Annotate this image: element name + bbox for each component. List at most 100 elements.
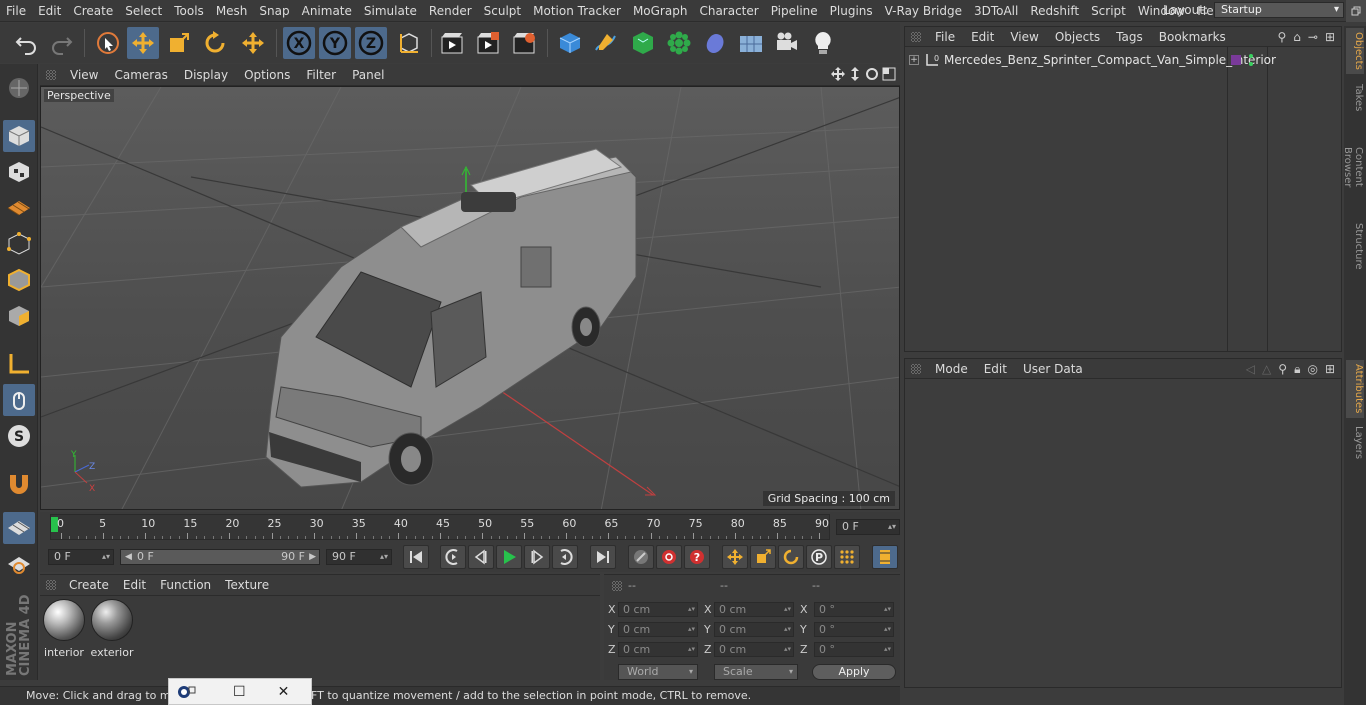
menu-edit[interactable]: Edit (32, 0, 67, 22)
tab-content-browser[interactable]: Content Browser (1342, 122, 1364, 212)
make-editable-icon[interactable] (3, 72, 35, 104)
edges-mode-icon[interactable] (3, 264, 35, 296)
pen-spline-icon[interactable] (590, 27, 622, 59)
attribute-menu-user-data[interactable]: User Data (1015, 362, 1091, 376)
start-frame-field[interactable]: 0 F ▴▾ (48, 549, 114, 565)
keyframe-selection-icon[interactable]: ? (684, 545, 710, 569)
menu-3dtoall[interactable]: 3DToAll (968, 0, 1024, 22)
viewport-menu-display[interactable]: Display (176, 68, 236, 82)
zoom-icon[interactable] (848, 67, 862, 81)
y-axis-lock-icon[interactable]: Y (319, 27, 351, 59)
play-forward-icon[interactable] (496, 545, 522, 569)
pos-y-field[interactable]: 0 cm ▴▾ (618, 622, 698, 637)
menu-redshift[interactable]: Redshift (1024, 0, 1085, 22)
undo-icon[interactable] (10, 27, 42, 59)
menu-mograph[interactable]: MoGraph (627, 0, 694, 22)
rot-h-field[interactable]: 0 ° ▴▾ (814, 602, 894, 617)
new-panel-icon[interactable]: ⊞ (1325, 362, 1335, 377)
apply-button[interactable]: Apply (812, 664, 896, 680)
pos-x-field[interactable]: 0 cm ▴▾ (618, 602, 698, 617)
coordinate-system-icon[interactable] (393, 27, 425, 59)
rot-p-field[interactable]: 0 ° ▴▾ (814, 622, 894, 637)
material-swatch-interior[interactable]: interior (42, 599, 86, 659)
menu-simulate[interactable]: Simulate (358, 0, 423, 22)
maximize-view-icon[interactable] (882, 67, 896, 81)
light-icon[interactable] (807, 27, 839, 59)
render-view-icon[interactable] (436, 27, 468, 59)
menu-animate[interactable]: Animate (296, 0, 358, 22)
viewport-menu-options[interactable]: Options (236, 68, 298, 82)
next-frame-icon[interactable] (524, 545, 550, 569)
viewport-menu-panel[interactable]: Panel (344, 68, 392, 82)
workplane-lock-icon[interactable] (3, 512, 35, 544)
object-menu-view[interactable]: View (1002, 30, 1046, 44)
viewport-menu-view[interactable]: View (62, 68, 106, 82)
go-to-end-icon[interactable] (590, 545, 616, 569)
mograph-cloner-icon[interactable] (663, 27, 695, 59)
x-axis-lock-icon[interactable]: X (283, 27, 315, 59)
menu-sculpt[interactable]: Sculpt (478, 0, 527, 22)
solo-icon[interactable]: S (3, 420, 35, 452)
size-z-field[interactable]: 0 cm ▴▾ (714, 642, 794, 657)
floor-scene-icon[interactable] (735, 27, 767, 59)
cube-primitive-icon[interactable] (554, 27, 586, 59)
expand-icon[interactable]: + (909, 55, 919, 65)
snap-magnet-icon[interactable] (3, 468, 35, 500)
viewport-menu-filter[interactable]: Filter (298, 68, 344, 82)
key-parameter-icon[interactable]: P (806, 545, 832, 569)
menu-pipeline[interactable]: Pipeline (765, 0, 824, 22)
render-picture-viewer-icon[interactable] (472, 27, 504, 59)
transform-tool-icon[interactable] (237, 27, 269, 59)
new-panel-icon[interactable]: ⊞ (1325, 30, 1335, 44)
pos-z-field[interactable]: 0 cm ▴▾ (618, 642, 698, 657)
material-menu-texture[interactable]: Texture (218, 578, 276, 592)
timeline-ruler[interactable]: 0 5 10 15 20 25 30 35 40 45 50 55 60 65 70 75 80 85 90 0 F… (40, 512, 900, 542)
tab-objects[interactable]: Objects (1346, 28, 1364, 74)
autokey-icon[interactable] (656, 545, 682, 569)
attribute-menu-mode[interactable]: Mode (927, 362, 976, 376)
up-arrow-icon[interactable]: △ (1262, 362, 1271, 377)
points-mode-icon[interactable] (3, 228, 35, 260)
tab-layers[interactable]: Layers (1346, 422, 1364, 462)
rot-b-field[interactable]: 0 ° ▴▾ (814, 642, 894, 657)
end-frame-field[interactable]: 90 F ▴▾ (326, 549, 392, 565)
current-frame-field[interactable]: 0 F ▴▾ (836, 519, 900, 535)
layer-color-icon[interactable] (1231, 55, 1241, 65)
material-menu-function[interactable]: Function (153, 578, 218, 592)
menu-tools[interactable]: Tools (168, 0, 210, 22)
next-key-icon[interactable] (552, 545, 578, 569)
link-icon[interactable]: ⊸ (1308, 30, 1318, 44)
menu-plugins[interactable]: Plugins (824, 0, 879, 22)
lock-icon[interactable]: 🔒︎ (1294, 362, 1300, 377)
generator-icon[interactable] (627, 27, 659, 59)
quantize-icon[interactable] (3, 548, 35, 580)
menu-script[interactable]: Script (1085, 0, 1132, 22)
object-menu-edit[interactable]: Edit (963, 30, 1002, 44)
menu-select[interactable]: Select (119, 0, 168, 22)
move-tool-icon[interactable] (127, 27, 159, 59)
go-to-start-icon[interactable] (403, 545, 429, 569)
menu-mesh[interactable]: Mesh (210, 0, 254, 22)
material-swatch-exterior[interactable]: exterior (90, 599, 134, 659)
rotate-tool-icon[interactable] (199, 27, 231, 59)
material-menu-edit[interactable]: Edit (116, 578, 153, 592)
target-icon[interactable]: ◎ (1307, 362, 1317, 377)
scale-tool-icon[interactable] (163, 27, 195, 59)
pan-icon[interactable] (831, 67, 845, 81)
menu-vray-bridge[interactable]: V-Ray Bridge (879, 0, 968, 22)
texture-mode-icon[interactable] (3, 156, 35, 188)
material-menu-create[interactable]: Create (62, 578, 116, 592)
timeline-track[interactable]: 0 5 10 15 20 25 30 35 40 45 50 55 60 65 70 75 80 85 90 (50, 514, 830, 540)
maximize-icon[interactable]: ☐ (233, 684, 246, 700)
back-arrow-icon[interactable]: ◁ (1246, 362, 1255, 377)
render-settings-icon[interactable] (508, 27, 540, 59)
live-selection-icon[interactable] (92, 27, 124, 59)
object-menu-file[interactable]: File (927, 30, 963, 44)
size-y-field[interactable]: 0 cm ▴▾ (714, 622, 794, 637)
tab-takes[interactable]: Takes (1346, 78, 1364, 118)
viewport-menu-cameras[interactable]: Cameras (106, 68, 175, 82)
menu-character[interactable]: Character (693, 0, 764, 22)
object-row[interactable]: + 0 Mercedes_Benz_Sprinter_Compact_Van_S… (905, 51, 1276, 69)
coord-system-select[interactable]: World ▾ (618, 664, 698, 680)
close-icon[interactable]: ✕ (278, 684, 290, 700)
